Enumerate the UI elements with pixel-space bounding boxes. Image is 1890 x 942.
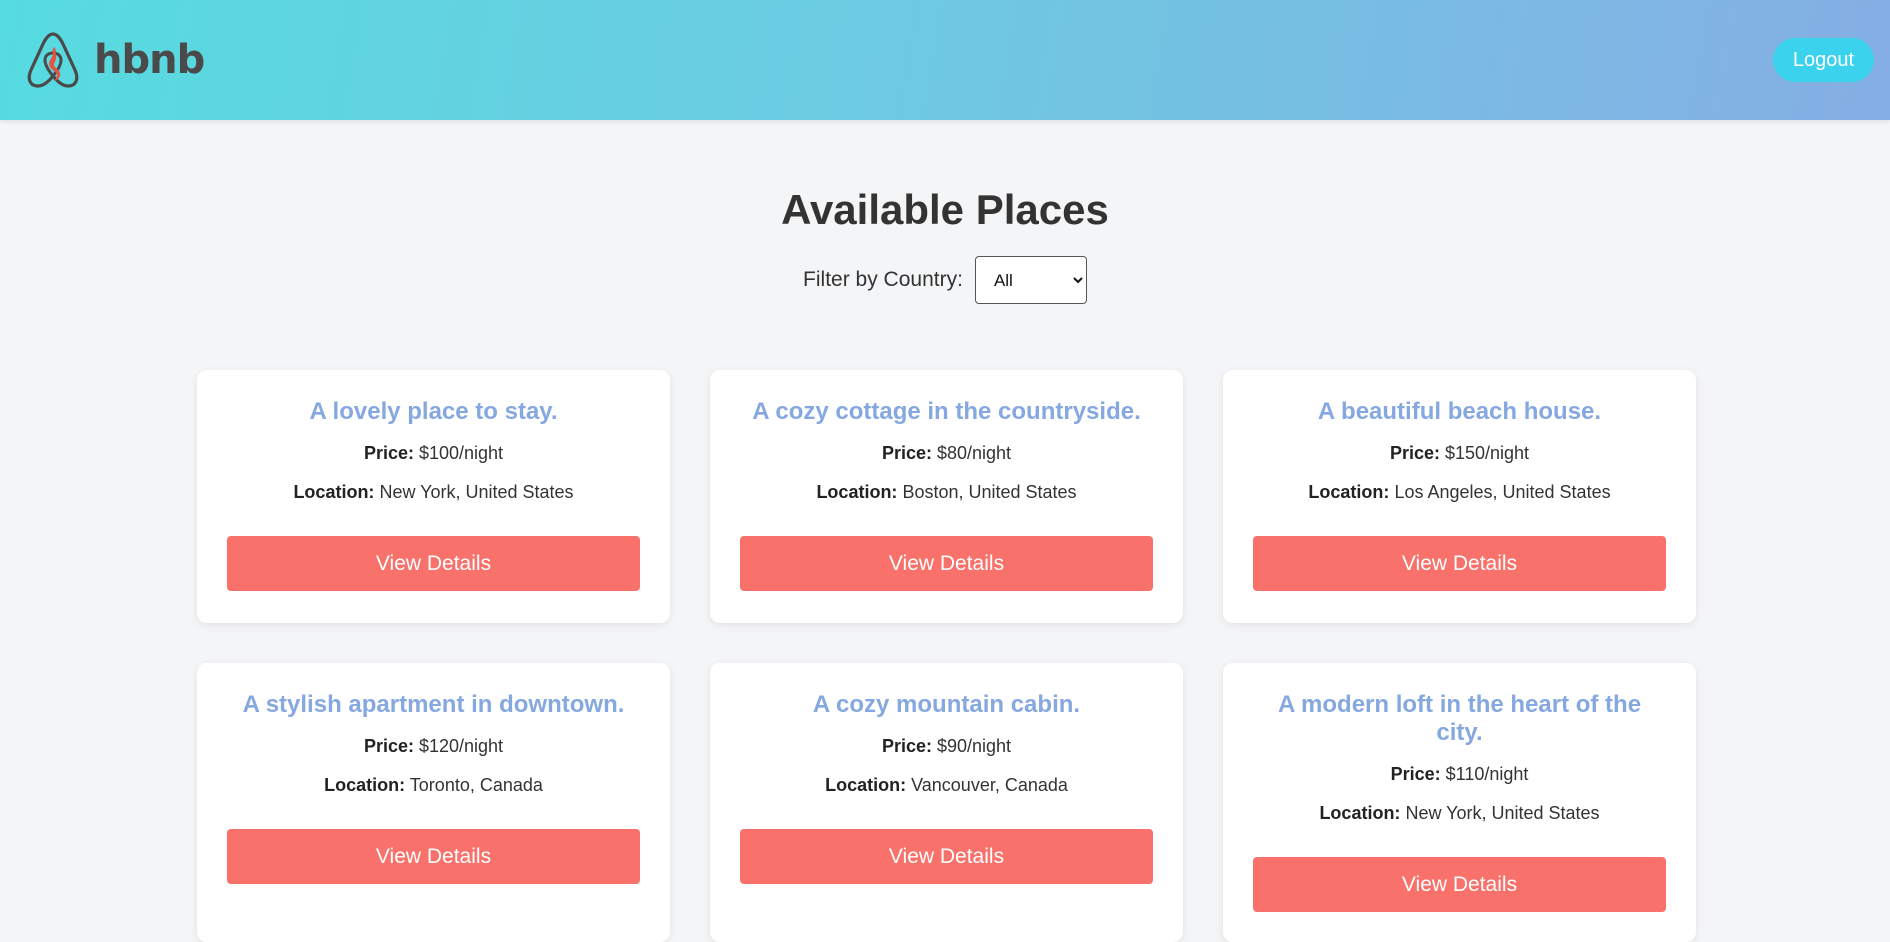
place-title: A cozy mountain cabin.	[812, 691, 1081, 718]
location-label: Location:	[324, 775, 406, 795]
logout-button[interactable]: Logout	[1772, 38, 1874, 82]
places-list: A lovely place to stay. Price: $100/night…	[197, 370, 1696, 942]
location-label: Location:	[816, 482, 898, 502]
view-details-button[interactable]: View Details	[1253, 857, 1666, 912]
filter-label: Filter by Country:	[803, 268, 963, 291]
location-label: Location:	[1319, 803, 1401, 823]
place-location: Location: Toronto, Canada	[227, 774, 640, 797]
place-card: A modern loft in the heart of the city. P…	[1223, 663, 1696, 942]
price-label: Price:	[1389, 443, 1440, 463]
place-card: A beautiful beach house. Price: $150/nigh…	[1223, 370, 1696, 623]
location-value: New York, United States	[379, 482, 574, 502]
price-value: $150/night	[1444, 443, 1530, 463]
view-details-button[interactable]: View Details	[227, 536, 640, 591]
place-location: Location: Los Angeles, United States	[1253, 481, 1666, 504]
location-value: Vancouver, Canada	[911, 775, 1068, 795]
place-price: Price: $120/night	[227, 735, 640, 758]
place-card: A stylish apartment in downtown. Price: $…	[197, 663, 670, 942]
main-content: Available Places Filter by Country: All …	[0, 186, 1890, 942]
place-price: Price: $80/night	[740, 442, 1153, 465]
brand-name: hbnb	[94, 37, 205, 83]
place-price: Price: $110/night	[1253, 763, 1666, 786]
price-value: $90/night	[936, 736, 1012, 756]
place-price: Price: $150/night	[1253, 442, 1666, 465]
place-location: Location: New York, United States	[1253, 802, 1666, 825]
place-location: Location: New York, United States	[227, 481, 640, 504]
location-value: Boston, United States	[902, 482, 1077, 502]
place-title: A lovely place to stay.	[309, 398, 558, 425]
logo-icon	[27, 32, 79, 88]
price-label: Price:	[881, 443, 932, 463]
location-label: Location:	[1308, 482, 1390, 502]
country-filter: Filter by Country: All	[0, 256, 1890, 304]
country-select[interactable]: All	[974, 256, 1087, 304]
location-value: New York, United States	[1405, 803, 1600, 823]
location-label: Location:	[825, 775, 907, 795]
location-value: Los Angeles, United States	[1394, 482, 1611, 502]
price-label: Price:	[881, 736, 932, 756]
place-location: Location: Boston, United States	[740, 481, 1153, 504]
page-title: Available Places	[781, 186, 1109, 233]
place-card: A lovely place to stay. Price: $100/night…	[197, 370, 670, 623]
place-location: Location: Vancouver, Canada	[740, 774, 1153, 797]
price-value: $110/night	[1445, 764, 1529, 784]
place-title: A modern loft in the heart of the city.	[1277, 691, 1642, 746]
brand-logo-link[interactable]: hbnb	[24, 29, 205, 91]
place-price: Price: $100/night	[227, 442, 640, 465]
price-label: Price:	[1390, 764, 1441, 784]
view-details-button[interactable]: View Details	[1253, 536, 1666, 591]
price-value: $120/night	[418, 736, 504, 756]
price-value: $100/night	[418, 443, 504, 463]
location-value: Toronto, Canada	[409, 775, 543, 795]
place-price: Price: $90/night	[740, 735, 1153, 758]
location-label: Location:	[293, 482, 375, 502]
price-label: Price:	[363, 736, 414, 756]
price-label: Price:	[363, 443, 414, 463]
price-value: $80/night	[936, 443, 1012, 463]
place-card: A cozy cottage in the countryside. Price:…	[710, 370, 1183, 623]
site-header: hbnb Logout	[0, 0, 1890, 120]
place-title: A beautiful beach house.	[1317, 398, 1602, 425]
view-details-button[interactable]: View Details	[740, 536, 1153, 591]
place-card: A cozy mountain cabin. Price: $90/night Lo…	[710, 663, 1183, 942]
place-title: A stylish apartment in downtown.	[242, 691, 625, 718]
place-title: A cozy cottage in the countryside.	[752, 398, 1141, 425]
